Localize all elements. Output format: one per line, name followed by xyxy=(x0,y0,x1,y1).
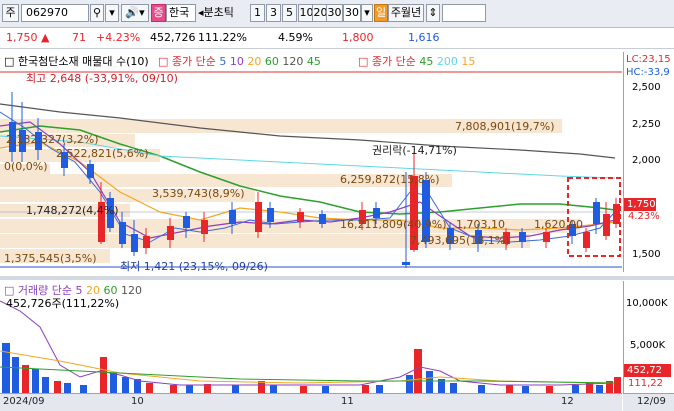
price-plot xyxy=(0,71,622,268)
band-label: 7,808,901(19,7%) xyxy=(455,120,555,133)
tab-week-month-year[interactable]: 주월년 xyxy=(388,4,424,22)
turnover-rate: 4.59% xyxy=(278,31,313,44)
period-label[interactable]: ◂분초틱 xyxy=(198,4,234,22)
period-3[interactable]: 3 xyxy=(266,4,281,22)
speaker-icon[interactable]: 🔊▾ xyxy=(121,4,149,22)
updown-arrow-icon[interactable]: ⇕ xyxy=(426,4,440,22)
volume-legend[interactable]: □ 거래량 단순 5 20 60 120 xyxy=(4,284,142,297)
band-label: 1,748,272(4,4%) xyxy=(26,204,119,217)
current-price: 1,750 ▲ xyxy=(6,31,50,44)
band-label: 1,375,545(3,5%) xyxy=(4,252,97,265)
period-select[interactable]: 30 xyxy=(343,4,361,22)
volume-tick: 5,000K xyxy=(630,340,666,351)
volume-chart[interactable]: □ 거래량 단순 5 20 60 120 452,726주(111,22%) xyxy=(0,281,622,393)
x-tick: 2024/09 xyxy=(3,396,45,407)
price-change-pct: +4.23% xyxy=(96,31,141,44)
time-axis[interactable]: 2024/09 10 11 12 xyxy=(0,393,622,411)
legend-title[interactable]: □ 한국첨단소재 매물대 수(10) xyxy=(4,55,149,68)
search-icon[interactable]: ⚲ xyxy=(90,4,104,22)
chevron-down-icon[interactable]: ▾ xyxy=(361,4,373,22)
chevron-down-icon[interactable]: ▾ xyxy=(105,4,119,22)
band-label: 0(0,0%) xyxy=(4,160,48,173)
high-price: 1,800 xyxy=(342,31,374,44)
time-axis-corner: 12/09 xyxy=(623,393,674,411)
band-label: 7,493,695(18,1%) xyxy=(410,234,510,247)
vol-ma20-line xyxy=(0,350,616,384)
band-label: 16,211,809(40,9%) xyxy=(340,218,447,231)
period-1[interactable]: 1 xyxy=(250,4,265,22)
x-tick-end: 12/09 xyxy=(637,396,666,407)
rights-annotation: 권리락(-14,71%) xyxy=(372,144,457,157)
volume-tag-pct: 111,22 xyxy=(628,378,663,389)
price-axis[interactable]: LC:23,15 HC:-33,9 2,500 2,250 2,000 1,75… xyxy=(623,52,674,272)
price-tick: 2,000 xyxy=(632,155,661,166)
band-label: 2,522,821(5,6%) xyxy=(56,147,149,160)
band-label: 3,539,743(8,9%) xyxy=(152,187,245,200)
price-tick: 1,500 xyxy=(632,249,661,260)
volume-pct: 111.22% xyxy=(198,31,247,44)
name-badge: 증 xyxy=(151,4,166,22)
vol-ma60-line xyxy=(0,366,616,384)
volume-value: 452,726 xyxy=(150,31,196,44)
band-label: 1,703,10 xyxy=(456,218,505,231)
price-tick: 2,250 xyxy=(632,119,661,130)
high-annotation: 최고 2,648 (-33,91%, 09/10) xyxy=(26,72,178,85)
band-label: 2,132,327(3,2%) xyxy=(6,133,99,146)
vol-ma5-line xyxy=(0,300,616,386)
panel-divider[interactable] xyxy=(0,276,674,280)
band-label: 1,620,00 xyxy=(534,218,583,231)
price-change: 71 xyxy=(72,31,86,44)
code-input[interactable]: 062970 xyxy=(21,4,89,22)
market-select[interactable]: 주 xyxy=(2,4,19,22)
ma-legend[interactable]: □ 종가 단순 5 10 20 60 120 45 xyxy=(158,55,321,68)
current-pct-tag: 4.23% xyxy=(628,211,660,222)
low-price: 1,616 xyxy=(408,31,440,44)
x-tick: 12 xyxy=(561,396,574,407)
hc-label: HC:-33,9 xyxy=(626,67,670,78)
ma2-legend[interactable]: □ 종가 단순 45 200 15 xyxy=(358,55,475,68)
period-30[interactable]: 30 xyxy=(326,4,343,22)
price-tick: 2,500 xyxy=(632,82,661,93)
price-chart[interactable]: □ 한국첨단소재 매물대 수(10) □ 종가 단순 5 10 20 60 12… xyxy=(0,52,622,273)
stock-name-field[interactable]: 한국 xyxy=(166,4,196,22)
lc-label: LC:23,15 xyxy=(626,54,671,65)
quote-bar: 1,750 ▲ 71 +4.23% 452,726 111.22% 4.59% … xyxy=(0,28,674,49)
volume-tick: 10,000K xyxy=(626,298,668,309)
period-5[interactable]: 5 xyxy=(282,4,297,22)
volume-axis[interactable]: 10,000K 5,000K 452,72 111,22 xyxy=(623,281,674,393)
low-annotation: 최저 1,421 (23,15%, 09/26) xyxy=(120,260,268,273)
candlesticks xyxy=(9,92,620,268)
volume-tag: 452,72 xyxy=(624,364,671,377)
volume-value-label: 452,726주(111,22%) xyxy=(6,297,120,310)
toolbar: 주 062970 ⚲ ▾ 🔊▾ 증 한국 ◂분초틱 1 3 5 10 20 30… xyxy=(0,0,674,28)
x-tick: 11 xyxy=(341,396,354,407)
x-tick: 10 xyxy=(131,396,144,407)
tab-day[interactable]: 일 xyxy=(374,4,388,22)
band-label: 6,259,872(15,8%) xyxy=(340,173,440,186)
blank-input[interactable] xyxy=(442,4,486,22)
